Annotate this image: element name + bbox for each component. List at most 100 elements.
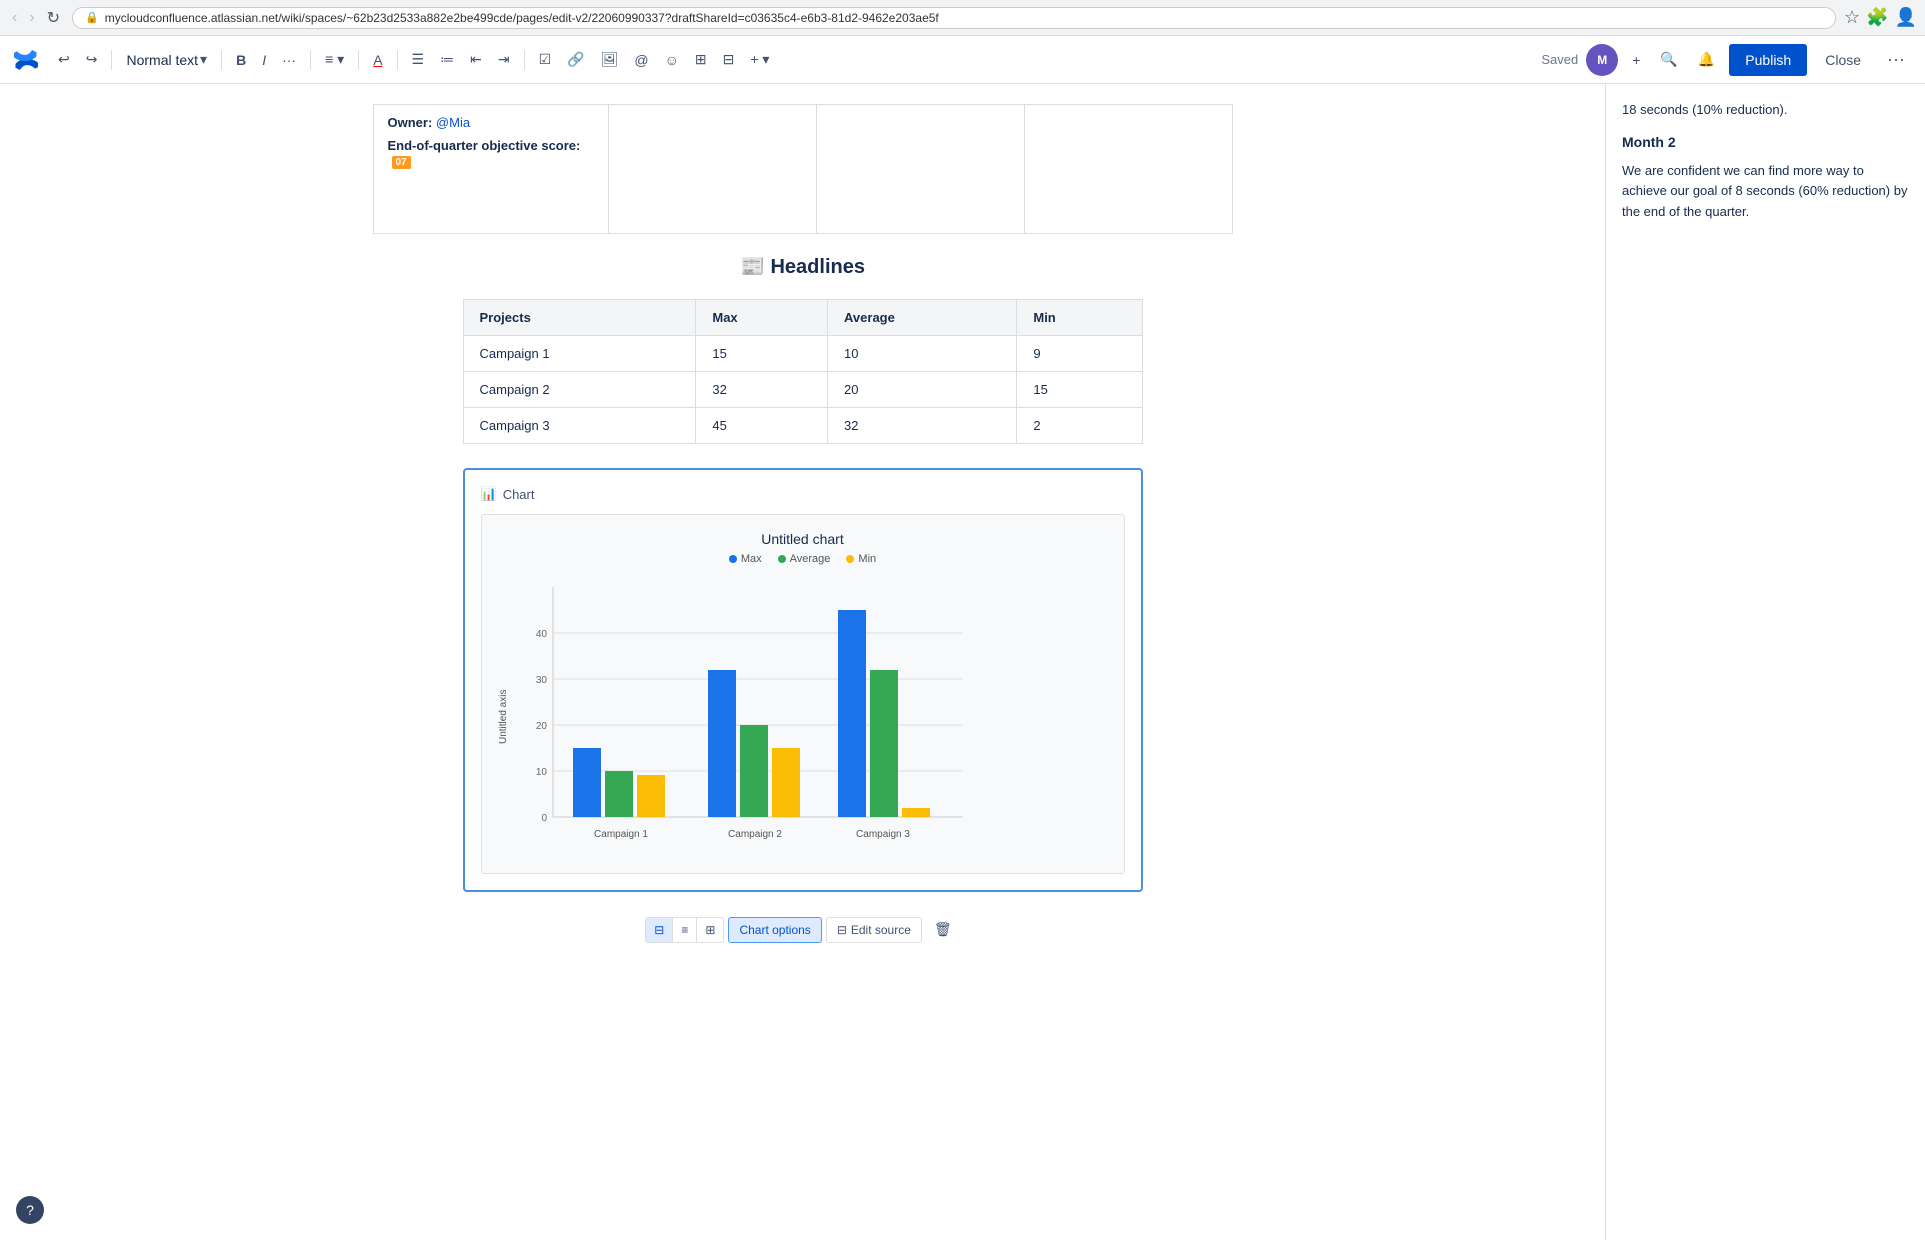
close-button[interactable]: Close [1815, 44, 1871, 76]
bar-c2-min [772, 748, 800, 817]
separator-1 [111, 50, 112, 70]
chart-view-2-button[interactable]: ≡ [673, 918, 697, 942]
search-button[interactable]: 🔍 [1654, 47, 1683, 72]
svg-text:20: 20 [535, 721, 547, 732]
address-bar[interactable]: 🔒 mycloudconfluence.atlassian.net/wiki/s… [72, 7, 1836, 29]
chevron-down-icon: ▾ [200, 51, 207, 68]
legend-average-label: Average [790, 553, 831, 565]
headlines-section: 📰 Headlines Projects Max Average Min [373, 254, 1233, 943]
table-cell-0-3: 9 [1017, 336, 1142, 372]
saved-status: Saved [1541, 52, 1578, 67]
table-cell-2-1: 45 [696, 408, 828, 444]
owner-row: Owner: @Mia [388, 115, 595, 130]
table-button[interactable]: ⊞ [689, 47, 713, 72]
bar-c3-avg [870, 670, 898, 817]
table-cell-0-1: 15 [696, 336, 828, 372]
bold-button[interactable]: B [230, 48, 252, 72]
link-button[interactable]: 🔗 [561, 47, 590, 72]
bullet-list-button[interactable]: ☰ [406, 47, 431, 72]
table-row: Campaign 115109 [463, 336, 1142, 372]
profile-icon[interactable]: 👤 [1895, 7, 1917, 28]
headlines-emoji: 📰 [740, 256, 765, 278]
chart-view-3-button[interactable]: ⊞ [697, 918, 723, 942]
bar-c2-avg [740, 725, 768, 817]
table-cell-2-2: 32 [828, 408, 1017, 444]
bar-c1-avg [605, 771, 633, 817]
avatar[interactable]: M [1586, 44, 1618, 76]
more-text-button[interactable]: ··· [276, 48, 302, 72]
mention-button[interactable]: @ [628, 48, 654, 72]
table-cell-0-0: Campaign 1 [463, 336, 696, 372]
chart-options-button[interactable]: Chart options [728, 917, 821, 943]
col-max: Max [696, 300, 828, 336]
undo-button[interactable]: ↩ [52, 47, 76, 72]
chart-legend: Max Average Min [498, 553, 1108, 565]
sidebar-month2-text: We are confident we can find more way to… [1622, 161, 1909, 223]
bar-c1-min [637, 775, 665, 817]
svg-text:10: 10 [535, 767, 547, 778]
reload-button[interactable]: ↻ [43, 6, 64, 30]
indent-button[interactable]: ⇥ [492, 47, 516, 72]
separator-2 [221, 50, 222, 70]
col-min: Min [1017, 300, 1142, 336]
chart-view-1-button[interactable]: ⊟ [646, 918, 673, 942]
legend-dot-min [846, 555, 854, 563]
star-icon[interactable]: ☆ [1844, 7, 1860, 28]
col-projects: Projects [463, 300, 696, 336]
table-cell-2-0: Campaign 3 [463, 408, 696, 444]
image-button[interactable]: 🖼 [595, 47, 625, 72]
edit-source-icon: ⊟ [837, 923, 847, 937]
table-cell-1-3: 15 [1017, 372, 1142, 408]
bar-c3-min [902, 808, 930, 817]
browser-bar: ‹ › ↻ 🔒 mycloudconfluence.atlassian.net/… [0, 0, 1925, 36]
separator-3 [310, 50, 311, 70]
table-row: Campaign 345322 [463, 408, 1142, 444]
url-text: mycloudconfluence.atlassian.net/wiki/spa… [105, 11, 939, 25]
forward-button[interactable]: › [25, 6, 38, 30]
text-style-dropdown[interactable]: Normal text ▾ [120, 47, 213, 72]
back-button[interactable]: ‹ [8, 6, 21, 30]
align-button[interactable]: ≡ ▾ [319, 47, 350, 72]
separator-6 [524, 50, 525, 70]
table-cell-0-2: 10 [828, 336, 1017, 372]
chart-label: Chart [503, 487, 535, 502]
sidebar-prev-text: 18 seconds (10% reduction). [1622, 100, 1909, 120]
y-axis-label: Untitled axis [498, 577, 509, 857]
bar-c2-max [708, 670, 736, 817]
editor-toolbar: ↩ ↪ Normal text ▾ B I ··· ≡ ▾ A ☰ ≔ ⇤ ⇥ … [0, 36, 1925, 84]
text-color-button[interactable]: A [367, 48, 388, 72]
chart-svg-area: Untitled axis [498, 577, 1108, 857]
chart-toolbar: ⊟ ≡ ⊞ Chart options ⊟ Edit source 🗑 [373, 916, 1233, 943]
delete-chart-button[interactable]: 🗑 [926, 916, 960, 943]
bar-c3-max [838, 610, 866, 817]
label-c2: Campaign 2 [728, 829, 782, 840]
add-collaborator-button[interactable]: + [1626, 48, 1646, 72]
outdent-button[interactable]: ⇤ [464, 47, 488, 72]
emoji-button[interactable]: ☺ [659, 48, 685, 72]
help-button[interactable]: ? [16, 1196, 44, 1224]
task-button[interactable]: ☑ [533, 47, 558, 72]
eq-badge: 07 [392, 156, 411, 169]
chart-container[interactable]: 📊 Chart Untitled chart Max Av [463, 468, 1143, 892]
table-header-row: Projects Max Average Min [463, 300, 1142, 336]
notification-button[interactable]: 🔔 [1692, 47, 1721, 72]
col-average: Average [828, 300, 1017, 336]
headlines-title: 📰 Headlines [373, 254, 1233, 279]
extension-icon[interactable]: 🧩 [1866, 7, 1888, 28]
legend-min-label: Min [858, 553, 876, 565]
confluence-logo[interactable] [12, 46, 40, 74]
publish-button[interactable]: Publish [1729, 44, 1807, 76]
more-options-button[interactable]: ··· [1879, 45, 1913, 74]
redo-button[interactable]: ↪ [80, 47, 104, 72]
sidebar-month2-title: Month 2 [1622, 132, 1909, 153]
italic-button[interactable]: I [256, 48, 272, 72]
svg-text:0: 0 [541, 813, 547, 824]
numbered-list-button[interactable]: ≔ [434, 47, 460, 72]
layout-button[interactable]: ⊟ [717, 47, 741, 72]
more-insert-button[interactable]: + ▾ [744, 47, 775, 72]
edit-source-button[interactable]: ⊟ Edit source [826, 917, 922, 943]
legend-dot-max [729, 555, 737, 563]
lock-icon: 🔒 [85, 11, 99, 24]
browser-actions: ☆ 🧩 👤 [1844, 7, 1917, 28]
page-content: Owner: @Mia End-of-quarter objective sco… [353, 104, 1253, 1220]
